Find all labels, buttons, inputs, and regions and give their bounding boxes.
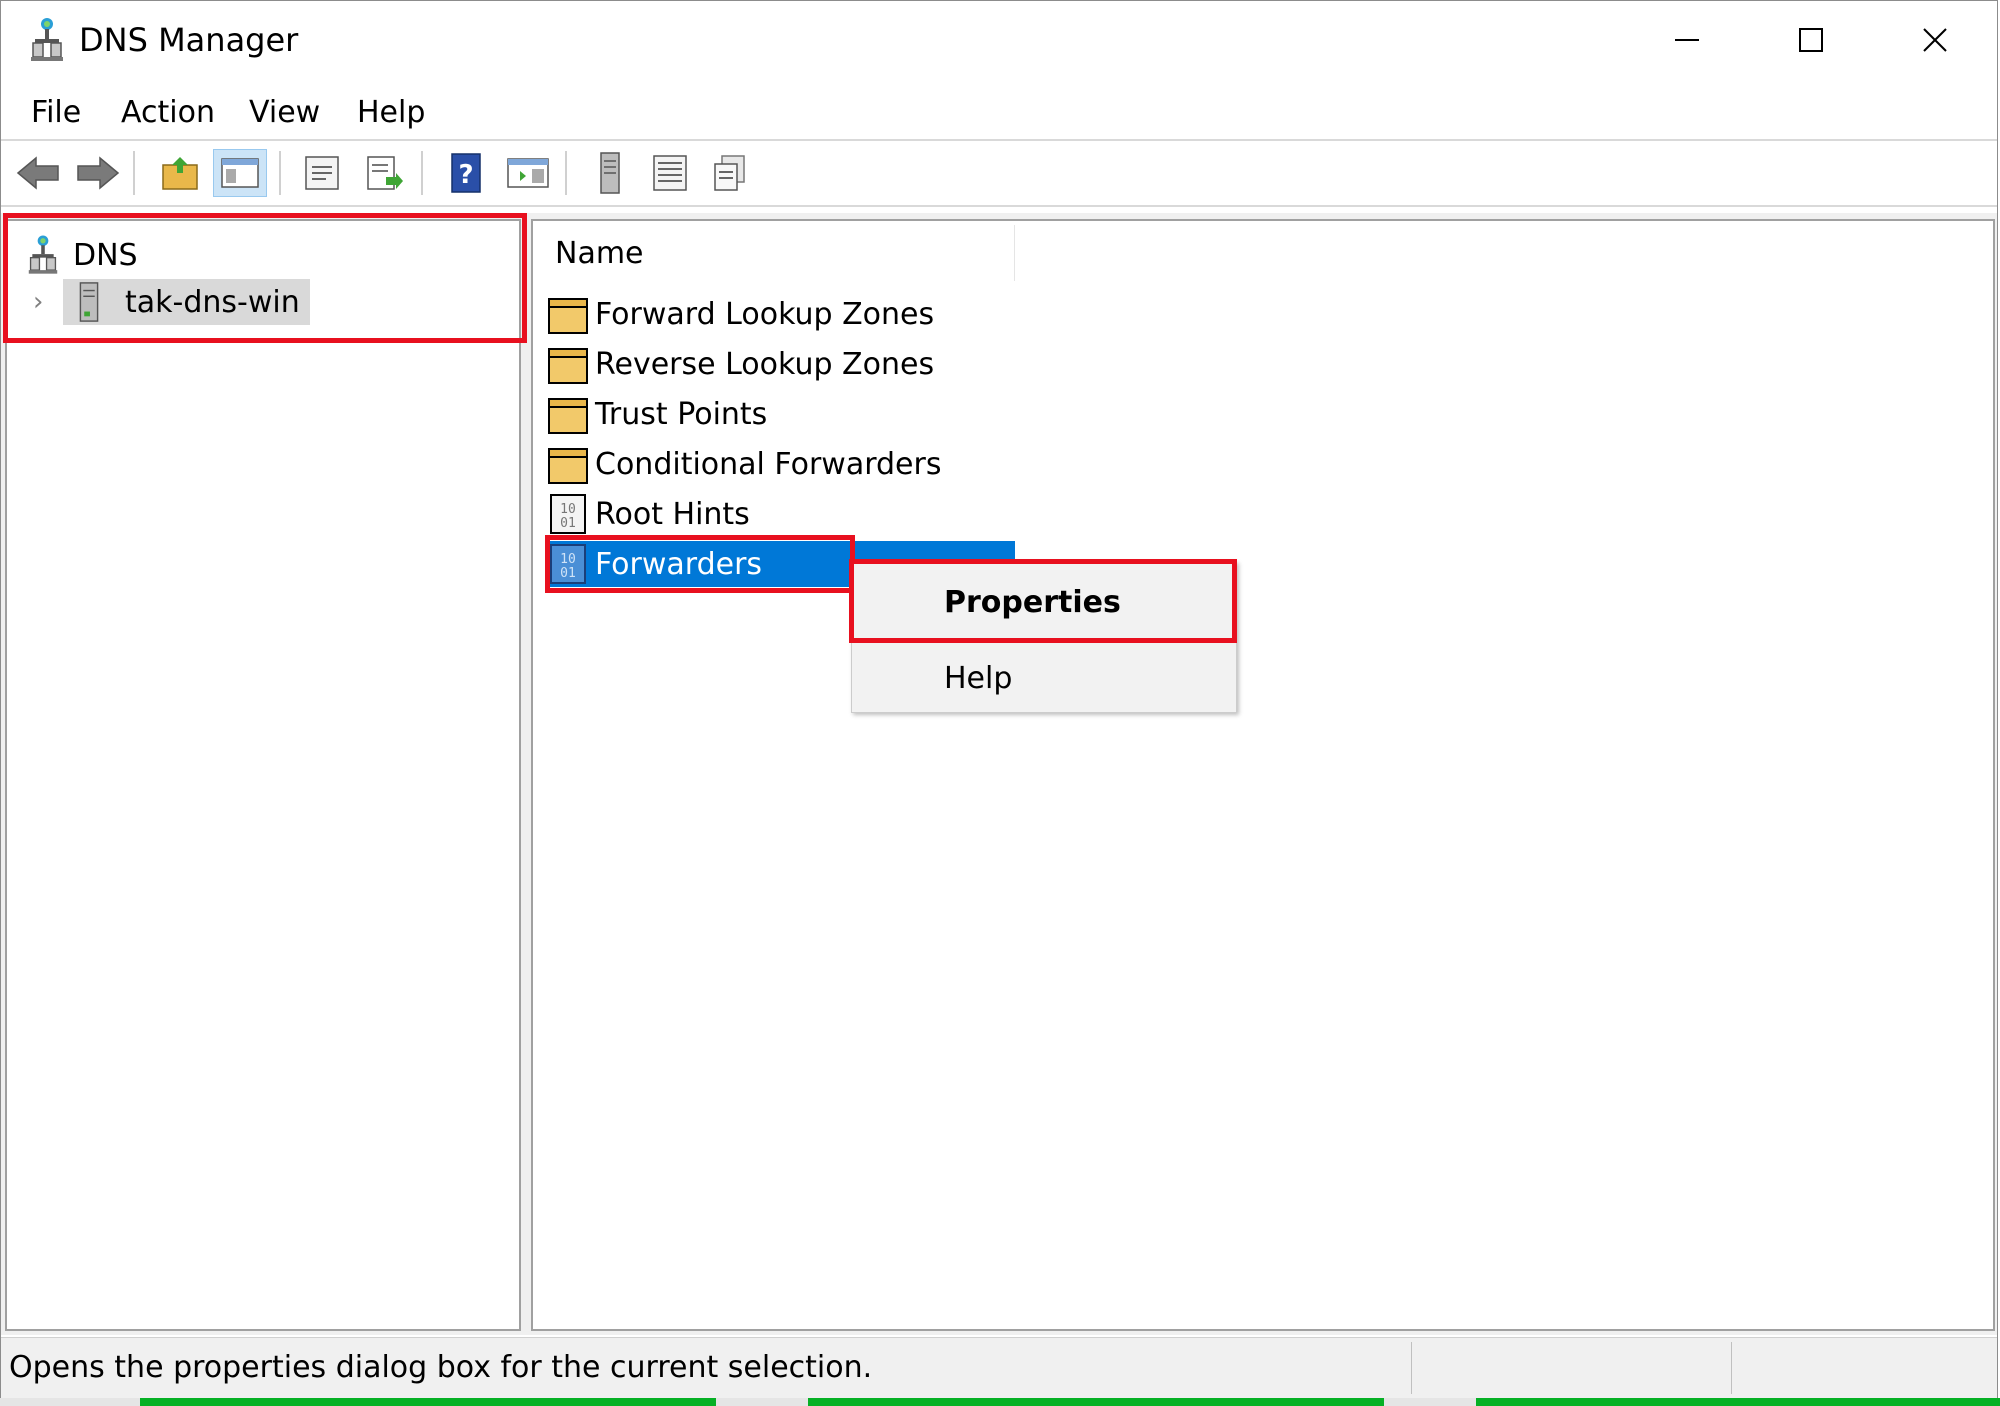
export-list-button[interactable] bbox=[357, 149, 411, 197]
binary-file-icon: 1001 bbox=[550, 544, 586, 584]
svg-text:?: ? bbox=[458, 160, 473, 190]
details-view-icon bbox=[714, 155, 745, 191]
list-view-button[interactable] bbox=[643, 149, 697, 197]
list-item-label: Root Hints bbox=[595, 496, 750, 532]
context-menu-help[interactable]: Help bbox=[852, 646, 1236, 710]
close-button[interactable] bbox=[1873, 1, 1997, 79]
results-list: Name Forward Lookup Zones Reverse Lookup… bbox=[531, 219, 1995, 1331]
list-item-reverse-lookup-zones[interactable]: Reverse Lookup Zones bbox=[547, 341, 1015, 387]
dns-manager-icon bbox=[31, 18, 63, 61]
properties-button[interactable] bbox=[295, 149, 349, 197]
list-item-forward-lookup-zones[interactable]: Forward Lookup Zones bbox=[547, 291, 1015, 337]
svg-text:01: 01 bbox=[560, 516, 576, 531]
list-item-label: Conditional Forwarders bbox=[595, 446, 942, 482]
close-icon bbox=[1923, 28, 1947, 52]
menu-view[interactable]: View bbox=[245, 95, 324, 130]
export-list-icon bbox=[367, 156, 403, 190]
menu-help[interactable]: Help bbox=[353, 95, 429, 130]
svg-text:01: 01 bbox=[560, 566, 576, 581]
list-view-icon bbox=[653, 155, 687, 191]
maximize-icon bbox=[1799, 28, 1823, 52]
forward-arrow-icon bbox=[77, 156, 120, 190]
pane-area: DNS › tak-dns-win Name Forward Lookup Zo… bbox=[1, 213, 1997, 1335]
server-icon bbox=[79, 282, 99, 322]
help-button[interactable]: ? bbox=[439, 149, 493, 197]
status-text: Opens the properties dialog box for the … bbox=[9, 1350, 873, 1385]
folder-icon bbox=[548, 298, 588, 334]
server-view-button[interactable] bbox=[583, 149, 637, 197]
dns-manager-window: DNS Manager File Action View Help ? DNS … bbox=[0, 0, 1998, 1400]
context-menu-separator bbox=[856, 640, 1232, 641]
folder-icon bbox=[548, 348, 588, 384]
list-item-label: Trust Points bbox=[595, 396, 768, 432]
back-arrow-icon bbox=[16, 156, 59, 190]
list-item-trust-points[interactable]: Trust Points bbox=[547, 391, 1015, 437]
properties-icon bbox=[305, 156, 339, 190]
forward-button[interactable] bbox=[71, 149, 125, 197]
binary-file-icon: 1001 bbox=[550, 494, 586, 534]
details-view-button[interactable] bbox=[703, 149, 757, 197]
svg-text:10: 10 bbox=[560, 502, 576, 517]
back-button[interactable] bbox=[11, 149, 65, 197]
context-menu: Properties Help bbox=[851, 561, 1237, 713]
up-folder-icon bbox=[162, 157, 198, 190]
show-hide-console-tree-button[interactable] bbox=[213, 149, 267, 197]
svg-text:10: 10 bbox=[560, 552, 576, 567]
tree-node-dns-label: DNS bbox=[73, 237, 138, 273]
context-menu-properties[interactable]: Properties bbox=[852, 570, 1236, 634]
column-header-name[interactable]: Name bbox=[535, 225, 1015, 281]
tree-expander-chevron-icon[interactable]: › bbox=[33, 287, 43, 317]
tree-node-server[interactable]: tak-dns-win bbox=[63, 279, 310, 325]
list-item-conditional-forwarders[interactable]: Conditional Forwarders bbox=[547, 441, 1015, 487]
maximize-button[interactable] bbox=[1749, 1, 1873, 79]
minimize-button[interactable] bbox=[1625, 1, 1749, 79]
minimize-icon bbox=[1675, 39, 1699, 41]
tree-node-dns[interactable]: DNS bbox=[27, 231, 138, 279]
menu-bar: File Action View Help bbox=[1, 89, 1997, 141]
window-title: DNS Manager bbox=[79, 21, 299, 59]
dns-icon bbox=[28, 235, 58, 274]
status-bar: Opens the properties dialog box for the … bbox=[1, 1337, 1997, 1398]
list-item-label: Forwarders bbox=[595, 546, 763, 582]
menu-file[interactable]: File bbox=[27, 95, 85, 130]
title-bar: DNS Manager bbox=[1, 1, 1997, 79]
tree-node-server-label: tak-dns-win bbox=[125, 284, 300, 320]
menu-action[interactable]: Action bbox=[117, 95, 219, 130]
folder-icon bbox=[548, 398, 588, 434]
list-item-label: Forward Lookup Zones bbox=[595, 296, 935, 332]
up-one-level-button[interactable] bbox=[153, 149, 207, 197]
toolbar: ? bbox=[1, 141, 1997, 207]
help-icon: ? bbox=[451, 153, 481, 193]
show-hide-action-pane-button[interactable] bbox=[501, 149, 555, 197]
console-tree: DNS › tak-dns-win bbox=[5, 219, 521, 1331]
folder-icon bbox=[548, 448, 588, 484]
show-hide-tree-icon bbox=[221, 158, 259, 188]
list-item-root-hints[interactable]: 10 01 Root Hints bbox=[547, 491, 1015, 537]
action-pane-icon bbox=[507, 158, 549, 188]
list-item-label: Reverse Lookup Zones bbox=[595, 346, 935, 382]
progress-strip bbox=[0, 1398, 2000, 1406]
server-icon bbox=[600, 152, 620, 194]
